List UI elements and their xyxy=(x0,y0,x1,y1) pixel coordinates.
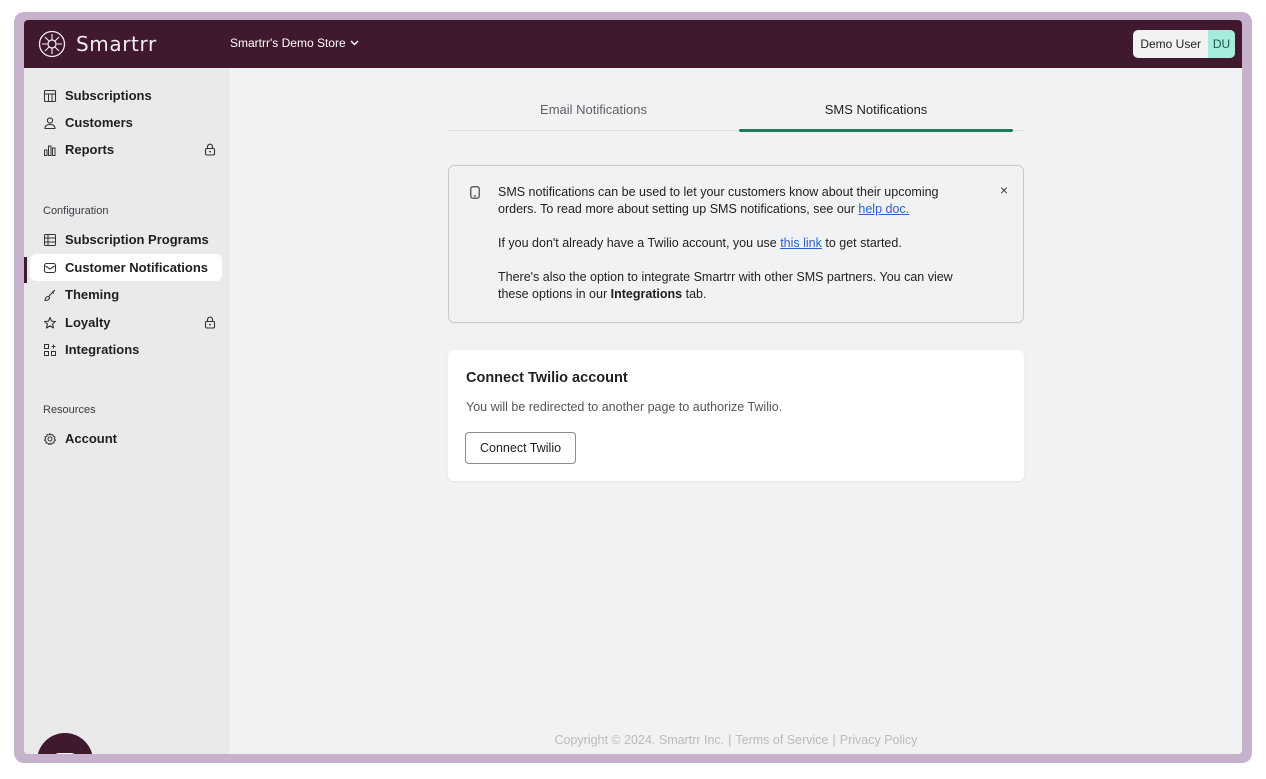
main-content: Email Notifications SMS Notifications × … xyxy=(230,68,1242,754)
sidebar-item-integrations[interactable]: Integrations xyxy=(30,336,222,363)
footer-separator: | xyxy=(728,733,732,747)
active-indicator xyxy=(24,257,27,283)
user-menu[interactable]: Demo User DU xyxy=(1133,30,1235,58)
sidebar-item-label: Account xyxy=(65,431,117,446)
chat-icon xyxy=(55,753,75,754)
list-icon xyxy=(44,233,56,246)
sidebar: Subscriptions Customers Reports Configur… xyxy=(24,68,230,754)
integrations-bold: Integrations xyxy=(610,287,683,301)
sidebar-item-customers[interactable]: Customers xyxy=(30,109,222,136)
logo[interactable]: Smartrr xyxy=(38,30,157,58)
sidebar-item-label: Theming xyxy=(65,287,120,302)
top-bar: Smartrr Smartrr's Demo Store Demo User D… xyxy=(24,20,1242,68)
brush-icon xyxy=(44,289,56,301)
connect-twilio-card: Connect Twilio account You will be redir… xyxy=(448,350,1024,481)
bar-chart-icon xyxy=(44,145,56,156)
sidebar-item-label: Loyalty xyxy=(65,315,111,330)
lock-icon xyxy=(204,143,216,156)
user-name: Demo User xyxy=(1140,37,1201,51)
terms-link[interactable]: Terms of Service xyxy=(735,733,828,747)
info-p2-after: to get started. xyxy=(825,236,902,250)
app-window: Smartrr Smartrr's Demo Store Demo User D… xyxy=(24,20,1242,754)
privacy-link[interactable]: Privacy Policy xyxy=(840,733,918,747)
store-name: Smartrr's Demo Store xyxy=(230,36,346,50)
gear-icon xyxy=(44,432,56,445)
person-icon xyxy=(44,116,56,129)
sidebar-item-customer-notifications[interactable]: Customer Notifications xyxy=(30,254,222,281)
info-paragraph-2: If you don't already have a Twilio accou… xyxy=(498,235,978,252)
smartrr-logo-icon xyxy=(38,30,66,58)
star-icon xyxy=(43,316,57,329)
notification-tabs: Email Notifications SMS Notifications xyxy=(448,90,1024,132)
sidebar-item-subscription-programs[interactable]: Subscription Programs xyxy=(30,226,222,253)
card-title: Connect Twilio account xyxy=(466,370,628,386)
card-description: You will be redirected to another page t… xyxy=(466,400,783,414)
sidebar-item-reports[interactable]: Reports xyxy=(30,136,222,163)
sidebar-item-label: Subscriptions xyxy=(65,88,152,103)
avatar: DU xyxy=(1208,30,1235,58)
twilio-signup-link[interactable]: this link xyxy=(780,236,822,250)
lock-icon xyxy=(204,316,216,329)
sms-info-banner: × SMS notifications can be used to let y… xyxy=(448,165,1024,323)
tab-sms-notifications[interactable]: SMS Notifications xyxy=(739,90,1013,130)
tab-email-notifications[interactable]: Email Notifications xyxy=(448,90,739,130)
active-tab-underline xyxy=(739,129,1013,132)
footer-separator: | xyxy=(832,733,836,747)
apps-icon xyxy=(44,343,56,356)
section-label-configuration: Configuration xyxy=(43,205,109,217)
sidebar-item-theming[interactable]: Theming xyxy=(30,281,222,308)
sidebar-item-label: Integrations xyxy=(65,342,140,357)
info-paragraph-3: There's also the option to integrate Sma… xyxy=(498,269,978,303)
chevron-down-icon xyxy=(350,40,359,46)
info-text: SMS notifications can be used to let you… xyxy=(498,184,978,320)
brand-name: Smartrr xyxy=(76,32,157,56)
mail-icon xyxy=(43,262,57,273)
sidebar-item-label: Subscription Programs xyxy=(65,232,209,247)
footer: Copyright © 2024. Smartrr Inc. | Terms of … xyxy=(230,733,1242,747)
mobile-phone-icon xyxy=(470,186,480,199)
sidebar-item-loyalty[interactable]: Loyalty xyxy=(30,309,222,336)
sidebar-item-label: Reports xyxy=(65,142,115,157)
copyright-text: Copyright © 2024. Smartrr Inc. xyxy=(554,733,725,747)
section-label-resources: Resources xyxy=(43,404,96,416)
sidebar-item-label: Customer Notifications xyxy=(65,260,209,275)
chat-button[interactable] xyxy=(37,733,93,754)
close-icon[interactable]: × xyxy=(1000,182,1008,198)
store-selector[interactable]: Smartrr's Demo Store xyxy=(230,36,359,50)
info-paragraph-1: SMS notifications can be used to let you… xyxy=(498,184,978,218)
sidebar-item-subscriptions[interactable]: Subscriptions xyxy=(30,82,222,109)
info-p3-text: There's also the option to integrate Sma… xyxy=(498,270,953,301)
help-doc-link[interactable]: help doc. xyxy=(858,202,909,216)
sidebar-item-account[interactable]: Account xyxy=(30,425,222,452)
sidebar-item-label: Customers xyxy=(65,115,133,130)
connect-twilio-button[interactable]: Connect Twilio xyxy=(465,432,577,464)
info-p2-text: If you don't already have a Twilio accou… xyxy=(498,236,777,250)
info-p3-after: tab. xyxy=(685,287,707,301)
table-icon xyxy=(43,89,57,102)
